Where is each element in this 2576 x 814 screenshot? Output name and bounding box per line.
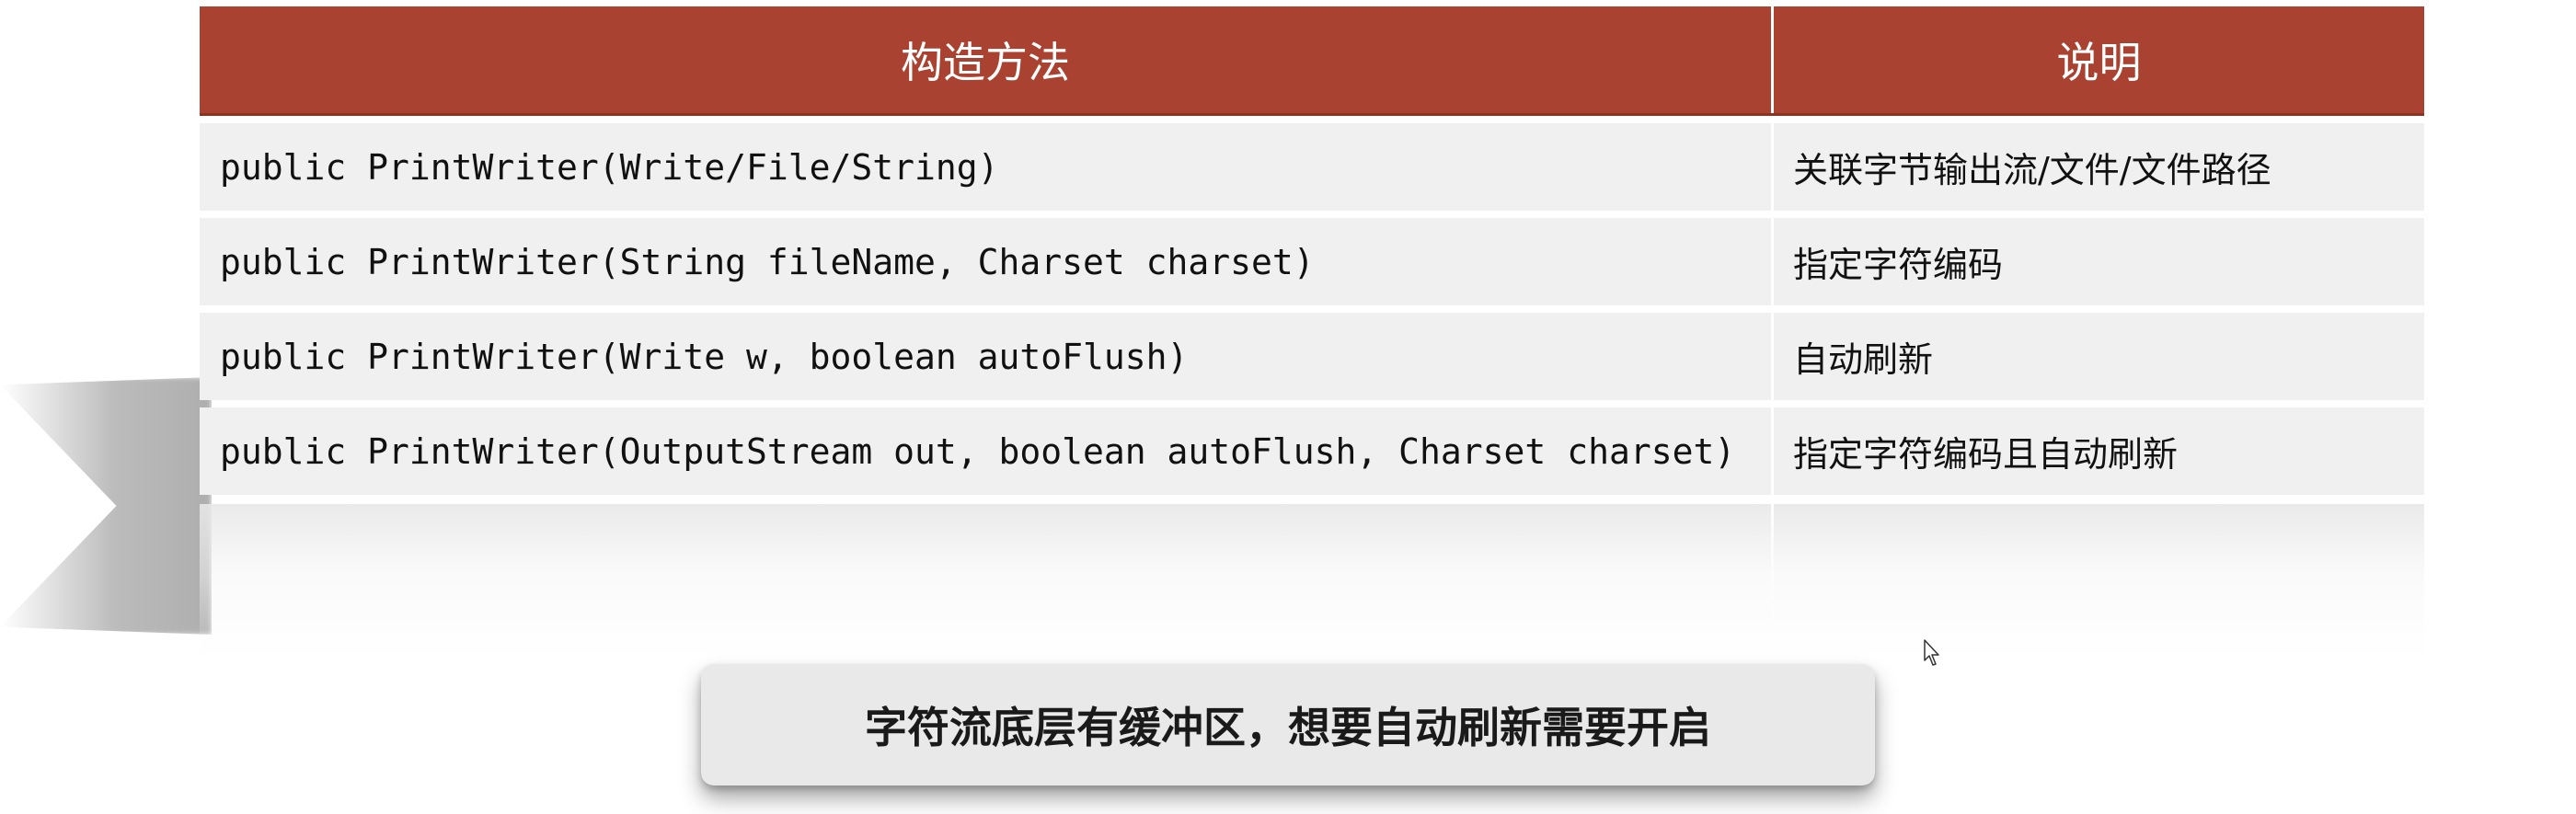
table-row: public PrintWriter(OutputStream out, boo… <box>200 407 2424 495</box>
decorative-shadow-wedge <box>0 377 212 635</box>
table-row: public PrintWriter(String fileName, Char… <box>200 218 2424 305</box>
table-reflection <box>200 504 2424 660</box>
header-description: 说明 <box>2056 38 2142 87</box>
caption-text: 字符流底层有缓冲区，想要自动刷新需要开启 <box>865 703 1711 752</box>
description-cell: 自动刷新 <box>1793 339 1934 380</box>
method-cell: public PrintWriter(Write/File/String) <box>200 123 1774 211</box>
constructor-table: 构造方法 说明 public PrintWriter(Write/File/St… <box>200 6 2424 502</box>
method-cell: public PrintWriter(String fileName, Char… <box>200 218 1774 305</box>
table-header: 构造方法 说明 <box>200 6 2424 116</box>
header-constructor: 构造方法 <box>200 6 1774 113</box>
description-cell: 指定字符编码且自动刷新 <box>1793 434 2179 475</box>
method-cell: public PrintWriter(Write w, boolean auto… <box>200 313 1774 400</box>
table-body: public PrintWriter(Write/File/String) 关联… <box>200 123 2424 495</box>
mouse-pointer-icon <box>1924 639 1942 667</box>
table-row: public PrintWriter(Write/File/String) 关联… <box>200 123 2424 211</box>
subtitle-caption: 字符流底层有缓冲区，想要自动刷新需要开启 <box>701 664 1875 785</box>
description-cell: 关联字节输出流/文件/文件路径 <box>1793 150 2271 190</box>
table-row: public PrintWriter(Write w, boolean auto… <box>200 313 2424 400</box>
method-cell: public PrintWriter(OutputStream out, boo… <box>200 407 1774 495</box>
reflection-divider <box>1771 504 1774 660</box>
description-cell: 指定字符编码 <box>1793 245 2004 285</box>
